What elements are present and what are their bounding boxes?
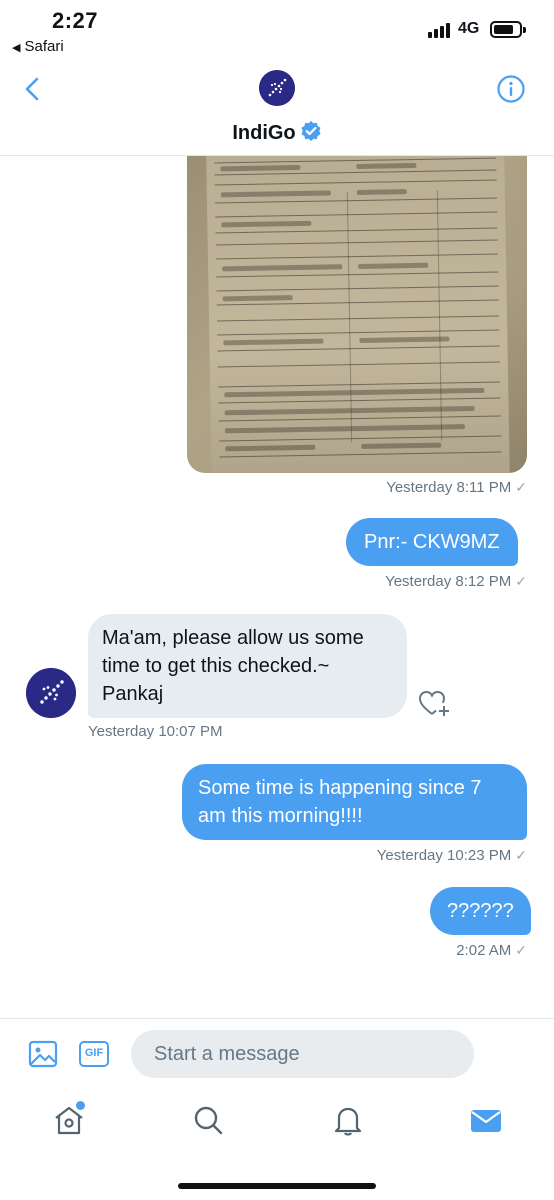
messages-icon[interactable] (468, 1102, 504, 1138)
baggage-form-photo (206, 156, 510, 473)
back-triangle-icon: ◀ (12, 42, 21, 54)
battery-icon (490, 21, 526, 38)
status-bar: 2:27 ◀ Safari 4G (0, 0, 554, 62)
conversation[interactable]: Yesterday 8:11 PM ✓ Pnr:- CKW9MZ Yesterda… (0, 156, 554, 1018)
photo-attachment[interactable] (187, 156, 527, 473)
contact-name-text: IndiGo (232, 122, 296, 144)
message-timestamp: 2:02 AM (456, 942, 512, 959)
conversation-header: IndiGo (0, 62, 554, 156)
outgoing-message-bubble[interactable]: Some time is happening since 7 am this m… (182, 764, 527, 840)
incoming-message-bubble[interactable]: Ma'am, please allow us some time to get … (88, 614, 407, 718)
network-type: 4G (458, 20, 480, 37)
check-icon: ✓ (515, 847, 527, 863)
message-meta: 2:02 AM ✓ (456, 942, 527, 959)
message-text: Some time is happening since 7 am this m… (198, 777, 482, 827)
contact-name[interactable]: IndiGo (0, 120, 554, 145)
check-icon: ✓ (515, 479, 527, 495)
indigo-logo-avatar[interactable] (259, 70, 295, 106)
check-icon: ✓ (515, 573, 527, 589)
message-input[interactable] (131, 1030, 474, 1078)
check-icon: ✓ (515, 942, 527, 958)
message-text: ?????? (447, 900, 514, 922)
message-text: Ma'am, please allow us some time to get … (102, 627, 364, 705)
message-meta: Yesterday 10:07 PM (88, 723, 223, 740)
image-icon[interactable] (28, 1039, 58, 1069)
message-timestamp: Yesterday 10:23 PM (376, 847, 512, 864)
message-meta: Yesterday 8:11 PM ✓ (386, 479, 527, 496)
search-icon[interactable] (190, 1102, 226, 1138)
add-reaction-heart-icon[interactable] (418, 688, 452, 718)
gif-button[interactable]: GIF (79, 1041, 109, 1067)
status-time: 2:27 (52, 8, 99, 33)
voice-message-icon[interactable] (497, 1038, 527, 1070)
outgoing-message-bubble[interactable]: ?????? (430, 887, 531, 935)
info-icon[interactable] (496, 74, 526, 104)
message-timestamp: Yesterday 8:12 PM (385, 573, 512, 590)
message-meta: Yesterday 10:23 PM ✓ (377, 847, 527, 864)
back-arrow-icon[interactable] (20, 76, 46, 102)
cellular-signal-icon (428, 22, 452, 38)
home-indicator[interactable] (178, 1183, 376, 1189)
home-notification-dot (76, 1101, 85, 1110)
message-composer: GIF (0, 1018, 554, 1090)
notifications-icon[interactable] (330, 1102, 366, 1138)
back-to-app-link[interactable]: ◀ Safari (12, 38, 64, 55)
message-text: Pnr:- CKW9MZ (364, 531, 500, 553)
message-timestamp: Yesterday 10:07 PM (88, 723, 223, 740)
back-app-label: Safari (24, 38, 64, 55)
message-timestamp: Yesterday 8:11 PM (386, 479, 512, 496)
message-meta: Yesterday 8:12 PM ✓ (385, 573, 527, 590)
outgoing-message-bubble[interactable]: Pnr:- CKW9MZ (346, 518, 518, 566)
indigo-sender-avatar[interactable] (26, 668, 76, 718)
bottom-tab-bar (0, 1090, 554, 1200)
verified-badge-icon (301, 121, 321, 141)
